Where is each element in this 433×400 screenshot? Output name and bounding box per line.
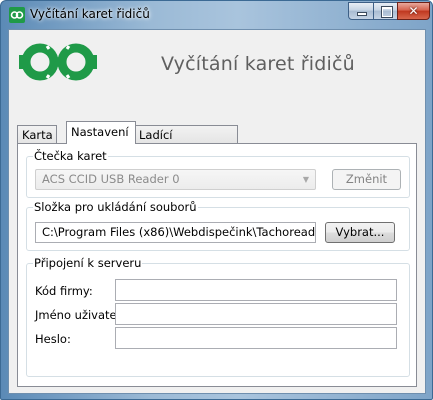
folder-group: Složka pro ukládání souborů C:\Program F… <box>26 200 410 251</box>
card-reader-selected-value: ACS CCID USB Reader 0 <box>42 172 180 186</box>
pretzel-logo-icon <box>19 43 97 81</box>
settings-tab-panel: Čtečka karet ACS CCID USB Reader 0 ▼ Změ… <box>17 143 417 387</box>
folder-legend: Složka pro ukládání souborů <box>33 200 198 214</box>
tab-nastaveni[interactable]: Nastavení <box>66 121 136 144</box>
tab-ladici-informace[interactable]: Ladící informace <box>134 125 238 161</box>
browse-folder-button[interactable]: Vybrat... <box>325 222 395 243</box>
maximize-icon <box>382 7 392 17</box>
card-reader-legend: Čtečka karet <box>33 149 108 163</box>
close-button[interactable]: ✕ <box>397 2 430 20</box>
username-field[interactable] <box>115 303 397 325</box>
minimize-button[interactable] <box>348 2 374 20</box>
app-icon <box>9 7 25 23</box>
server-connection-group: Připojení k serveru Kód firmy: Jméno uži… <box>26 256 410 377</box>
window-title: Vyčítání karet řidičů <box>30 7 150 21</box>
card-reader-group: Čtečka karet ACS CCID USB Reader 0 ▼ Změ… <box>26 149 410 198</box>
minimize-icon <box>358 13 366 15</box>
change-reader-button[interactable]: Změnit <box>332 169 401 190</box>
password-label: Heslo: <box>35 332 71 346</box>
app-window: Vyčítání karet řidičů ✕ Vyčítání karet ř… <box>0 0 433 400</box>
chevron-down-icon: ▼ <box>302 175 309 184</box>
folder-path-field[interactable]: C:\Program Files (x86)\Webdispečink\Tach… <box>35 222 316 243</box>
client-area: Vyčítání karet řidičů Karta Ladící infor… <box>8 29 426 394</box>
tab-karta[interactable]: Karta <box>17 125 57 144</box>
title-bar[interactable]: Vyčítání karet řidičů ✕ <box>1 1 432 29</box>
header-title: Vyčítání karet řidičů <box>161 53 355 75</box>
password-field[interactable] <box>115 327 397 349</box>
close-icon: ✕ <box>408 4 419 18</box>
card-reader-select[interactable]: ACS CCID USB Reader 0 ▼ <box>35 169 316 190</box>
server-connection-legend: Připojení k serveru <box>33 256 143 270</box>
company-code-label: Kód firmy: <box>35 284 93 298</box>
company-code-field[interactable] <box>115 279 397 301</box>
maximize-button[interactable] <box>373 2 398 20</box>
